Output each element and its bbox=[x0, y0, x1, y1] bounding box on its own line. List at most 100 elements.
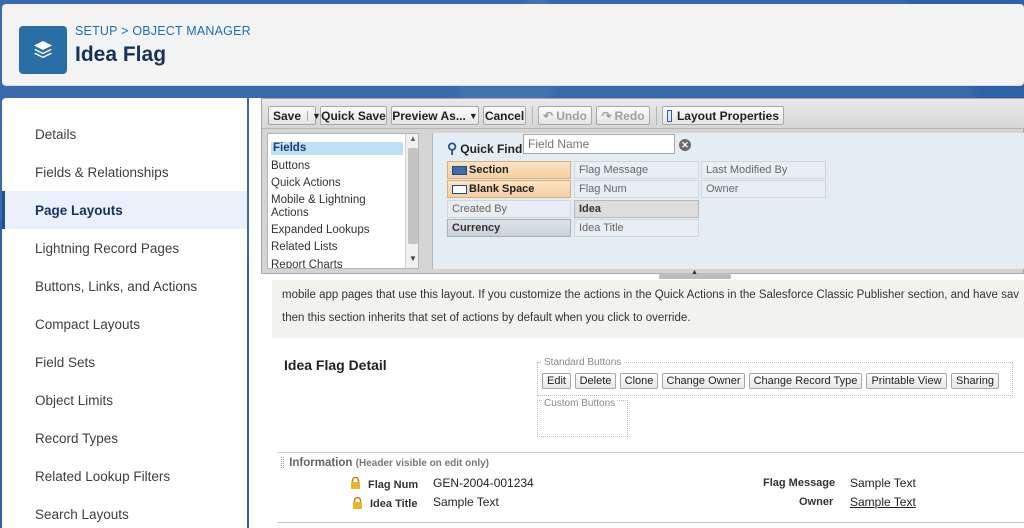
change-record-type-button[interactable]: Change Record Type bbox=[749, 373, 862, 389]
sidebar-item-page-layouts[interactable]: Page Layouts bbox=[2, 191, 247, 229]
scroll-thumb[interactable] bbox=[408, 148, 418, 244]
quick-find-text: Quick Find bbox=[460, 141, 523, 156]
chevron-down-icon: ▼ bbox=[468, 110, 478, 121]
flag-message-value: Sample Text bbox=[850, 476, 916, 490]
sidebar-item-lightning-record-pages[interactable]: Lightning Record Pages bbox=[2, 229, 247, 267]
cancel-button[interactable]: Cancel bbox=[483, 106, 526, 125]
save-button-label: Save bbox=[273, 108, 302, 123]
preview-as-label: Preview As... bbox=[392, 108, 466, 123]
drag-handle-icon[interactable] bbox=[281, 457, 284, 469]
field-chip-blank-space-label: Blank Space bbox=[469, 183, 535, 195]
category-mobile-lightning-actions[interactable]: Mobile & Lightning Actions bbox=[271, 194, 371, 220]
idea-title-label: Idea Title bbox=[370, 498, 418, 510]
clear-icon[interactable]: ✕ bbox=[679, 139, 691, 151]
category-scrollbar[interactable]: ▲ ▼ bbox=[405, 134, 418, 268]
sidebar-item-record-types[interactable]: Record Types bbox=[2, 419, 247, 457]
layout-properties-button[interactable]: Layout Properties bbox=[662, 106, 784, 125]
owner-value-link[interactable]: Sample Text bbox=[850, 495, 916, 509]
field-chip-created-by[interactable]: Created By bbox=[447, 200, 571, 218]
field-chip-currency[interactable]: Currency bbox=[447, 219, 571, 237]
field-chip-idea-title[interactable]: Idea Title bbox=[574, 219, 699, 237]
quick-find-label: ⚲ Quick Find bbox=[447, 140, 522, 157]
sharing-button[interactable]: Sharing bbox=[951, 373, 999, 389]
edit-button[interactable]: Edit bbox=[542, 373, 571, 389]
undo-icon: ↶ bbox=[543, 108, 554, 123]
sidebar-item-compact-layouts[interactable]: Compact Layouts bbox=[2, 305, 247, 343]
sidebar: Details Fields & Relationships Page Layo… bbox=[2, 98, 247, 528]
flag-message-label: Flag Message bbox=[763, 477, 836, 489]
category-quick-actions[interactable]: Quick Actions bbox=[271, 177, 403, 190]
page-title: Idea Flag bbox=[75, 43, 167, 66]
blank-space-icon bbox=[452, 184, 467, 194]
redo-button[interactable]: ↷ Redo bbox=[596, 106, 650, 125]
layout-toolbar: Save ▼ Quick Save Preview As... ▼ Cancel… bbox=[262, 99, 1024, 129]
undo-button[interactable]: ↶ Undo bbox=[538, 106, 592, 125]
redo-icon: ↷ bbox=[601, 108, 612, 123]
layers-icon bbox=[19, 26, 67, 74]
printable-view-button[interactable]: Printable View bbox=[866, 373, 947, 389]
field-chip-section[interactable]: Section bbox=[447, 161, 571, 179]
save-button[interactable]: Save ▼ bbox=[268, 106, 321, 125]
undo-label: Undo bbox=[556, 108, 587, 123]
search-icon: ⚲ bbox=[447, 140, 458, 156]
palette-collapse-handle[interactable]: ▲ bbox=[659, 269, 731, 279]
field-chip-flag-num[interactable]: Flag Num bbox=[574, 180, 699, 198]
flag-num-label: Flag Num bbox=[368, 479, 419, 491]
toolbar-divider bbox=[656, 106, 657, 125]
page-header: SETUP > OBJECT MANAGER Idea Flag bbox=[2, 4, 1024, 86]
breadcrumb-object-manager[interactable]: OBJECT MANAGER bbox=[132, 24, 251, 38]
chevron-up-icon: ▲ bbox=[691, 269, 698, 276]
layout-properties-label: Layout Properties bbox=[676, 108, 779, 123]
sidebar-item-fields-relationships[interactable]: Fields & Relationships bbox=[2, 153, 247, 191]
sidebar-item-related-lookup-filters[interactable]: Related Lookup Filters bbox=[2, 457, 247, 495]
section-divider bbox=[277, 522, 1024, 523]
layout-properties-icon bbox=[667, 109, 672, 122]
breadcrumb-separator: > bbox=[117, 24, 133, 38]
flag-num-value: GEN-2004-001234 bbox=[433, 476, 534, 490]
palette-field-panel: ⚲ Quick Find ✕ Section Blank Space Creat… bbox=[432, 133, 1024, 269]
quick-save-button[interactable]: Quick Save bbox=[320, 106, 387, 125]
category-fields[interactable]: Fields bbox=[271, 142, 403, 155]
redo-label: Redo bbox=[614, 108, 645, 123]
category-expanded-lookups[interactable]: Expanded Lookups bbox=[271, 224, 403, 237]
detail-section-title: Idea Flag Detail bbox=[284, 357, 387, 373]
clone-button[interactable]: Clone bbox=[620, 373, 658, 389]
field-chip-idea[interactable]: Idea bbox=[574, 200, 699, 218]
info-text-line-1: mobile app pages that use this layout. I… bbox=[282, 289, 1020, 301]
field-chip-flag-message[interactable]: Flag Message bbox=[574, 161, 699, 179]
palette-category-list: Fields Buttons Quick Actions Mobile & Li… bbox=[267, 133, 419, 269]
sidebar-item-buttons-links-actions[interactable]: Buttons, Links, and Actions bbox=[2, 267, 247, 305]
info-banner: mobile app pages that use this layout. I… bbox=[272, 280, 1024, 338]
category-buttons[interactable]: Buttons bbox=[271, 160, 403, 173]
standard-buttons-label: Standard Buttons bbox=[542, 357, 624, 368]
save-dropdown-icon[interactable]: ▼ bbox=[307, 110, 321, 121]
sidebar-item-object-limits[interactable]: Object Limits bbox=[2, 381, 247, 419]
field-chip-section-label: Section bbox=[469, 164, 509, 176]
section-icon bbox=[452, 165, 467, 175]
information-sublabel: (Header visible on edit only) bbox=[355, 458, 490, 469]
information-section-header[interactable]: Information (Header visible on edit only… bbox=[281, 457, 489, 469]
info-text-line-2: then this section inherits that set of a… bbox=[282, 312, 691, 324]
breadcrumb-setup[interactable]: SETUP bbox=[75, 24, 117, 38]
information-label: Information bbox=[289, 457, 353, 469]
custom-buttons-label: Custom Buttons bbox=[542, 398, 618, 409]
section-divider bbox=[277, 452, 1024, 453]
quick-find-input[interactable] bbox=[523, 134, 675, 154]
idea-title-value: Sample Text bbox=[433, 495, 499, 509]
breadcrumb: SETUP > OBJECT MANAGER bbox=[75, 24, 251, 38]
sidebar-item-field-sets[interactable]: Field Sets bbox=[2, 343, 247, 381]
scroll-down-arrow-icon[interactable]: ▼ bbox=[409, 254, 417, 263]
change-owner-button[interactable]: Change Owner bbox=[662, 373, 745, 389]
toolbar-divider bbox=[532, 106, 533, 125]
scroll-up-arrow-icon[interactable]: ▲ bbox=[409, 134, 417, 143]
preview-as-button[interactable]: Preview As... ▼ bbox=[391, 106, 479, 125]
lock-icon bbox=[352, 496, 362, 509]
sidebar-item-search-layouts[interactable]: Search Layouts bbox=[2, 495, 247, 528]
field-chip-last-modified-by[interactable]: Last Modified By bbox=[701, 161, 826, 179]
category-related-lists[interactable]: Related Lists bbox=[271, 241, 403, 254]
delete-button[interactable]: Delete bbox=[575, 373, 616, 389]
field-chip-owner[interactable]: Owner bbox=[701, 180, 826, 198]
sidebar-item-details[interactable]: Details bbox=[2, 115, 247, 153]
category-report-charts[interactable]: Report Charts bbox=[271, 259, 403, 268]
field-chip-blank-space[interactable]: Blank Space bbox=[447, 180, 571, 198]
